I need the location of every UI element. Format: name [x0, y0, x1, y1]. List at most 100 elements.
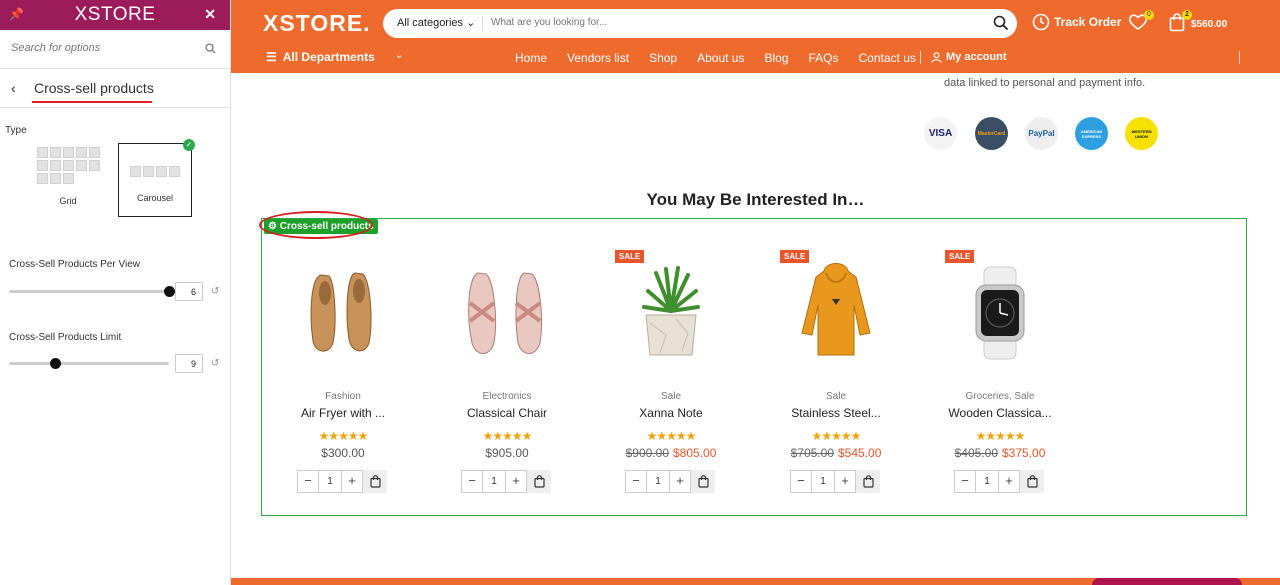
slider-knob[interactable]	[164, 286, 175, 297]
product-card: SALE Sale Stainless Steel... ★★★★★ $705.…	[754, 250, 918, 500]
per-view-slider[interactable]	[9, 286, 175, 297]
add-to-cart-button[interactable]	[363, 470, 387, 493]
quantity-value[interactable]: 1	[812, 470, 834, 493]
site-logo[interactable]: XSTORE.	[263, 10, 371, 37]
carousel-preview-icon	[119, 166, 191, 177]
departments-label: All Departments	[282, 50, 375, 64]
nav-about-us[interactable]: About us	[697, 51, 744, 65]
add-to-cart-button[interactable]	[1020, 470, 1044, 493]
reset-icon[interactable]: ↺	[211, 358, 219, 369]
decrease-button[interactable]: −	[625, 470, 647, 493]
add-to-cart-button[interactable]	[527, 470, 551, 493]
back-arrow-icon[interactable]: ‹	[11, 80, 16, 96]
limit-slider[interactable]	[9, 358, 169, 369]
product-name[interactable]: Air Fryer with ...	[261, 406, 425, 420]
wishlist-count: 0	[1144, 10, 1154, 20]
track-order-label: Track Order	[1054, 15, 1122, 29]
wishlist-button[interactable]: 0	[1128, 10, 1154, 36]
bag-icon	[697, 475, 709, 488]
footer-pill[interactable]	[1092, 578, 1242, 585]
site-header: XSTORE. All categories ⌄ Track Order 0 2…	[231, 0, 1280, 73]
chevron-down-icon[interactable]: ⌄	[395, 50, 403, 61]
product-category[interactable]: Fashion	[261, 391, 425, 402]
search-icon[interactable]	[205, 41, 216, 59]
product-card: Electronics Classical Chair ★★★★★ $905.0…	[425, 250, 589, 500]
visa-icon: VISA	[924, 117, 957, 150]
reset-icon[interactable]: ↺	[211, 286, 219, 297]
track-order-link[interactable]: Track Order	[1032, 13, 1121, 31]
product-name[interactable]: Stainless Steel...	[754, 406, 918, 420]
product-price: $900.00 $805.00	[625, 446, 717, 460]
category-select[interactable]: All categories ⌄	[397, 16, 475, 29]
quantity-value[interactable]: 1	[976, 470, 998, 493]
section-underline	[32, 101, 152, 103]
product-name[interactable]: Classical Chair	[425, 406, 589, 420]
shoes-icon[interactable]	[261, 258, 425, 368]
nav-home[interactable]: Home	[515, 51, 547, 65]
product-name[interactable]: Wooden Classica...	[918, 406, 1082, 420]
divider	[482, 16, 483, 31]
search-icon[interactable]	[993, 15, 1009, 36]
type-option-carousel[interactable]: Carousel ✓	[118, 139, 195, 217]
product-name[interactable]: Xanna Note	[589, 406, 753, 420]
product-price: $705.00 $545.00	[790, 446, 882, 460]
increase-button[interactable]: +	[341, 470, 363, 493]
nav-vendors-list[interactable]: Vendors list	[567, 51, 629, 65]
nav-faqs[interactable]: FAQs	[809, 51, 839, 65]
bag-icon	[533, 475, 545, 488]
type-option-grid[interactable]: Grid	[30, 143, 106, 211]
limit-input[interactable]: 9	[175, 354, 203, 373]
cart-count: 2	[1182, 10, 1192, 20]
quantity-stepper: − 1 +	[297, 470, 363, 493]
product-category[interactable]: Sale	[589, 391, 753, 402]
nav-divider	[1239, 51, 1240, 64]
quantity-value[interactable]: 1	[319, 470, 341, 493]
rating-stars: ★★★★★	[482, 429, 533, 443]
add-to-cart-button[interactable]	[856, 470, 880, 493]
option-search-input[interactable]	[11, 42, 191, 54]
sandals-icon[interactable]	[425, 258, 589, 368]
increase-button[interactable]: +	[669, 470, 691, 493]
my-account-label: My account	[946, 51, 1007, 63]
product-category[interactable]: Groceries, Sale	[918, 391, 1082, 402]
decrease-button[interactable]: −	[461, 470, 483, 493]
increase-button[interactable]: +	[998, 470, 1020, 493]
nav-divider	[920, 51, 921, 64]
option-search	[0, 30, 230, 69]
increase-button[interactable]: +	[834, 470, 856, 493]
amex-icon: AMERICAN EXPRESS	[1075, 117, 1108, 150]
decrease-button[interactable]: −	[297, 470, 319, 493]
increase-button[interactable]: +	[505, 470, 527, 493]
slider-knob[interactable]	[50, 358, 62, 369]
my-account-link[interactable]: My account	[931, 51, 1007, 63]
type-option-label: Carousel	[136, 193, 174, 203]
all-departments-button[interactable]: ☰ All Departments	[266, 50, 375, 64]
mastercard-icon: MasterCard	[975, 117, 1008, 150]
site-search-input[interactable]	[491, 17, 971, 28]
cart-button[interactable]: 2 $560.00	[1169, 10, 1227, 35]
quantity-value[interactable]: 1	[647, 470, 669, 493]
check-icon: ✓	[183, 139, 195, 151]
product-category[interactable]: Sale	[754, 391, 918, 402]
decrease-button[interactable]: −	[790, 470, 812, 493]
quantity-value[interactable]: 1	[483, 470, 505, 493]
product-category[interactable]: Electronics	[425, 391, 589, 402]
hoodie-icon[interactable]	[754, 258, 918, 368]
product-card: SALE Groceries, Sale Wooden Classica... …	[918, 250, 1082, 500]
nav-shop[interactable]: Shop	[649, 51, 677, 65]
nav-blog[interactable]: Blog	[764, 51, 788, 65]
rating-stars: ★★★★★	[811, 429, 862, 443]
decrease-button[interactable]: −	[954, 470, 976, 493]
plant-icon[interactable]	[589, 258, 753, 368]
customizer-panel: 📌 XSTORE ✕ ‹ Cross-sell products Type Gr…	[0, 0, 231, 585]
paypal-icon: PayPal	[1025, 117, 1058, 150]
per-view-input[interactable]: 6	[175, 282, 203, 301]
close-icon[interactable]: ✕	[204, 6, 216, 23]
clock-icon	[1032, 13, 1050, 31]
watch-icon[interactable]	[918, 258, 1082, 368]
per-view-label: Cross-Sell Products Per View	[9, 259, 140, 270]
bag-icon	[369, 475, 381, 488]
nav-contact-us[interactable]: Contact us	[859, 51, 916, 65]
add-to-cart-button[interactable]	[691, 470, 715, 493]
user-icon	[931, 51, 942, 63]
